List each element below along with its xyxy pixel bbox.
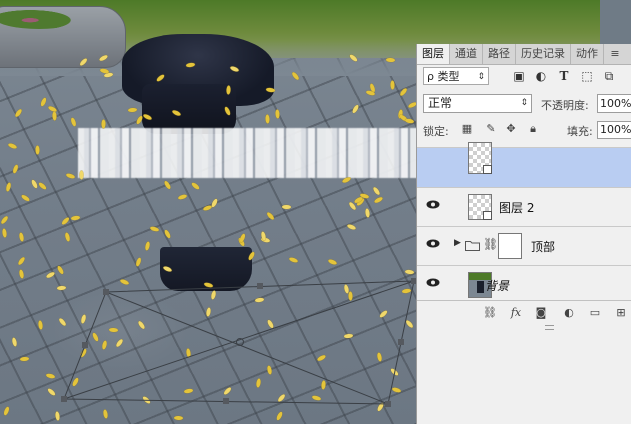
layers-panel-footer: ⛓ fx ◙ ◐ ▭ ⊞ (417, 300, 631, 330)
panel-tabs: 图层 通道 路径 历史记录 动作 ≡ (417, 44, 631, 65)
transform-handle-bottom[interactable] (223, 398, 229, 404)
transform-diagonal-1 (105, 291, 389, 405)
image-filter-icon[interactable]: ▣ (512, 69, 526, 83)
layer-row-group-top[interactable]: ▶ ⛓ 顶部 (417, 226, 631, 265)
lock-transparent-icon[interactable]: ▦ (461, 123, 473, 135)
transform-handle-bottom-right[interactable] (385, 401, 391, 407)
panel-resize-grip[interactable] (545, 325, 554, 330)
opacity-label: 不透明度: (541, 99, 589, 112)
fx-icon[interactable]: fx (509, 306, 523, 320)
add-mask-icon[interactable]: ◙ (534, 306, 548, 320)
layer-name[interactable]: 背景 (485, 277, 509, 294)
layer-name[interactable]: 顶部 (531, 238, 555, 255)
smart-object-badge-icon (483, 211, 492, 220)
visibility-eye-icon[interactable] (426, 278, 440, 287)
layer-thumbnail (468, 194, 492, 220)
blend-mode-arrow-icon: ⇕ (520, 98, 528, 108)
type-filter-icon[interactable]: T (557, 69, 571, 83)
transform-handle-right[interactable] (398, 339, 404, 345)
visibility-eye-icon[interactable] (426, 200, 440, 209)
filter-arrow-icon: ⇕ (477, 72, 485, 82)
new-layer-icon[interactable]: ⊞ (614, 306, 628, 320)
lock-all-icon[interactable]: 🔒︎ (527, 123, 539, 135)
smart-object-filter-icon[interactable]: ⧉ (602, 69, 616, 83)
lock-paint-icon[interactable]: ✎ (485, 123, 497, 135)
transform-handle-left[interactable] (82, 342, 88, 348)
layers-panel: 图层 通道 路径 历史记录 动作 ≡ ρ 类型 ⇕ ▣ ◐ T ⬚ ⧉ 正常 ⇕… (416, 44, 631, 424)
layer-filter-row: ρ 类型 ⇕ ▣ ◐ T ⬚ ⧉ (417, 65, 631, 89)
transform-handle-top[interactable] (257, 283, 263, 289)
transform-outline (63, 280, 415, 405)
folder-icon (465, 241, 480, 251)
layer-filter-select[interactable]: ρ 类型 ⇕ (423, 67, 489, 85)
transform-handle-top-left[interactable] (103, 289, 109, 295)
transform-handle-bottom-left[interactable] (61, 396, 67, 402)
tab-paths[interactable]: 路径 (483, 44, 516, 64)
tab-actions[interactable]: 动作 (571, 44, 604, 64)
panel-menu-icon[interactable]: ≡ (604, 44, 626, 64)
layer-row-selected[interactable] (417, 142, 631, 187)
new-group-icon[interactable]: ▭ (588, 306, 602, 320)
layer-mask-thumbnail[interactable] (498, 233, 522, 259)
thumbnail-figure (477, 281, 484, 293)
expand-triangle-icon[interactable]: ▶ (454, 238, 461, 248)
layer-name[interactable]: 图层 2 (499, 199, 534, 216)
layer-row-background[interactable]: 背景 (417, 265, 631, 304)
adjustment-layer-icon[interactable]: ◐ (562, 306, 576, 320)
fill-label: 填充: (567, 125, 593, 138)
tab-channels[interactable]: 通道 (450, 44, 483, 64)
lock-move-icon[interactable]: ✥ (505, 123, 517, 135)
blend-mode-row: 正常 ⇕ 不透明度: 100% (417, 92, 631, 116)
link-layers-icon[interactable]: ⛓ (483, 306, 497, 320)
mask-link-icon[interactable]: ⛓ (483, 237, 498, 251)
tab-layers[interactable]: 图层 (417, 44, 450, 64)
layer-row-layer-2[interactable]: 图层 2 (417, 187, 631, 226)
visibility-eye-icon[interactable] (426, 239, 440, 248)
smart-object-badge-icon (483, 165, 492, 174)
fill-input[interactable]: 100% (597, 121, 631, 139)
tab-history[interactable]: 历史记录 (516, 44, 571, 64)
transform-diagonal-2 (63, 280, 415, 400)
opacity-input[interactable]: 100% (597, 94, 631, 113)
filter-label: ρ 类型 (427, 70, 460, 83)
blend-mode-value: 正常 (428, 96, 453, 110)
lock-label: 锁定: (423, 125, 449, 138)
blend-mode-select[interactable]: 正常 ⇕ (423, 94, 532, 113)
lock-row: 锁定: ▦ ✎ ✥ 🔒︎ 填充: 100% (417, 120, 631, 140)
adjustment-filter-icon[interactable]: ◐ (534, 69, 548, 83)
shape-filter-icon[interactable]: ⬚ (580, 69, 594, 83)
layer-thumbnail (468, 142, 492, 174)
